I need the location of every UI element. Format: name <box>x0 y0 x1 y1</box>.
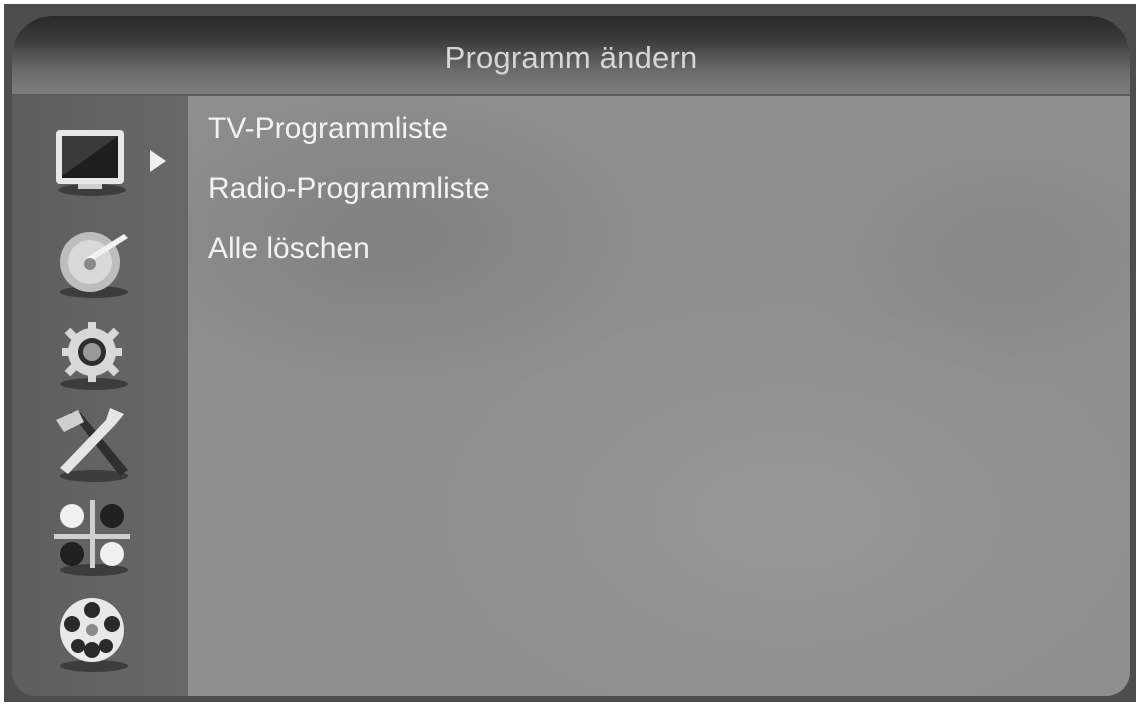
tools-icon[interactable] <box>50 404 140 484</box>
page-title: Programm ändern <box>444 40 698 75</box>
selection-arrow-icon <box>150 150 166 172</box>
tv-icon[interactable] <box>52 126 132 198</box>
satellite-dish-icon[interactable] <box>52 224 136 300</box>
title-bar: Programm ändern <box>12 16 1130 96</box>
menu-item-radio-programmliste[interactable]: Radio-Programmliste <box>208 172 490 206</box>
gear-icon[interactable] <box>52 316 136 392</box>
games-icon[interactable] <box>52 498 136 578</box>
tv-osd-screen: Programm ändern TV-Programmliste Radio-P… <box>4 4 1136 702</box>
menu-window: Programm ändern <box>12 16 1130 696</box>
menu-item-alle-loeschen[interactable]: Alle löschen <box>208 232 370 266</box>
menu-item-tv-programmliste[interactable]: TV-Programmliste <box>208 112 448 146</box>
film-reel-icon[interactable] <box>52 594 136 674</box>
